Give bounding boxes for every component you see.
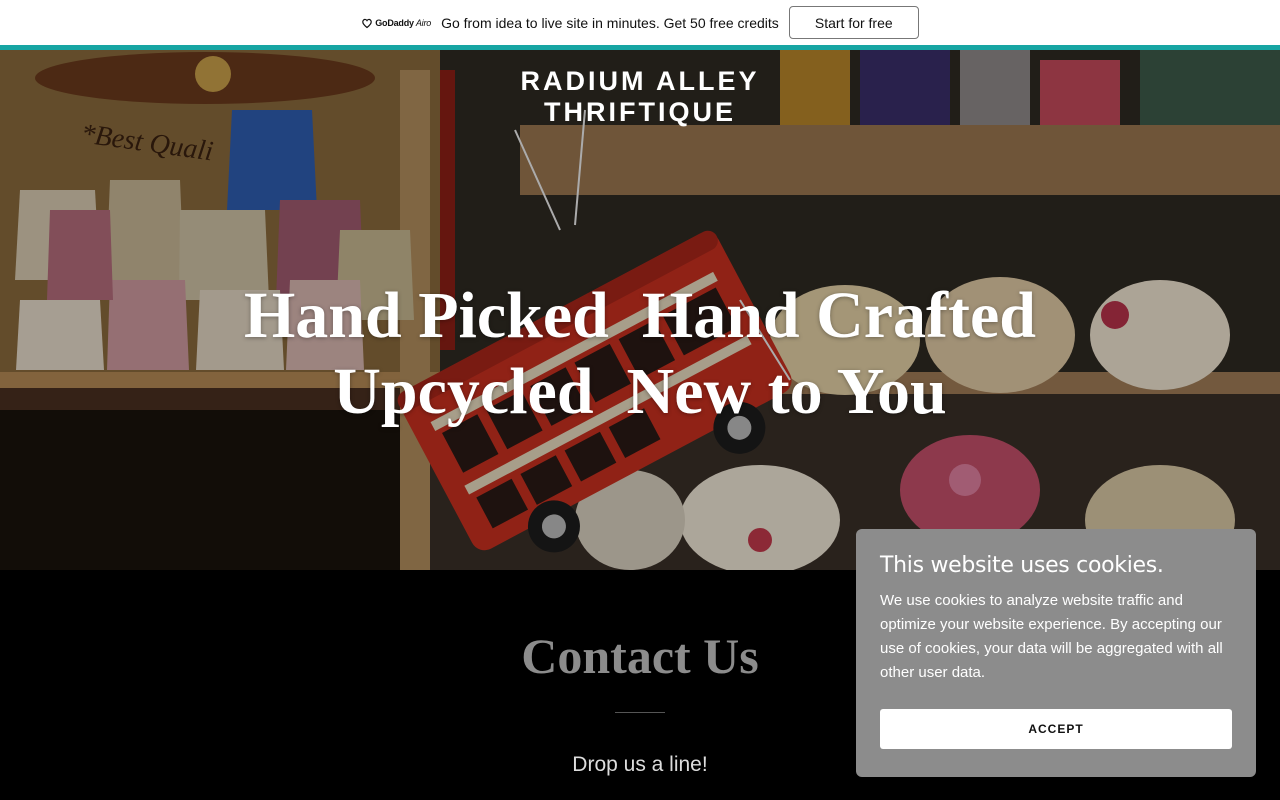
start-for-free-button[interactable]: Start for free xyxy=(788,6,919,39)
accept-cookies-button[interactable]: ACCEPT xyxy=(880,709,1232,749)
brand-line-2: THRIFTIQUE xyxy=(544,97,736,127)
section-divider xyxy=(615,712,665,713)
promo-text: Go from idea to live site in minutes. Ge… xyxy=(441,14,779,31)
promo-bar: GoDaddy Airo Go from idea to live site i… xyxy=(0,0,1280,45)
godaddy-heart-icon xyxy=(362,18,373,28)
cookie-consent-dialog: This website uses cookies. We use cookie… xyxy=(856,529,1256,777)
site-brand[interactable]: RADIUM ALLEY THRIFTIQUE xyxy=(0,66,1280,128)
cookie-body: We use cookies to analyze website traffi… xyxy=(880,592,1223,681)
logo-brand-text: GoDaddy xyxy=(375,17,414,28)
hero-title-line-1: Hand Picked Hand Crafted xyxy=(243,279,1037,352)
brand-line-1: RADIUM ALLEY xyxy=(520,66,760,96)
logo-product-text: Airo xyxy=(415,17,432,28)
hero-title: Hand Picked Hand Crafted Upcycled New to… xyxy=(0,278,1280,430)
hero-section: *Best Quali RADIUM ALLEY THRIFTIQUE Hand… xyxy=(0,50,1280,570)
cookie-title: This website uses cookies. xyxy=(880,553,1164,578)
hero-title-line-2: Upcycled New to You xyxy=(333,355,947,428)
godaddy-airo-logo: GoDaddy Airo xyxy=(361,17,431,29)
